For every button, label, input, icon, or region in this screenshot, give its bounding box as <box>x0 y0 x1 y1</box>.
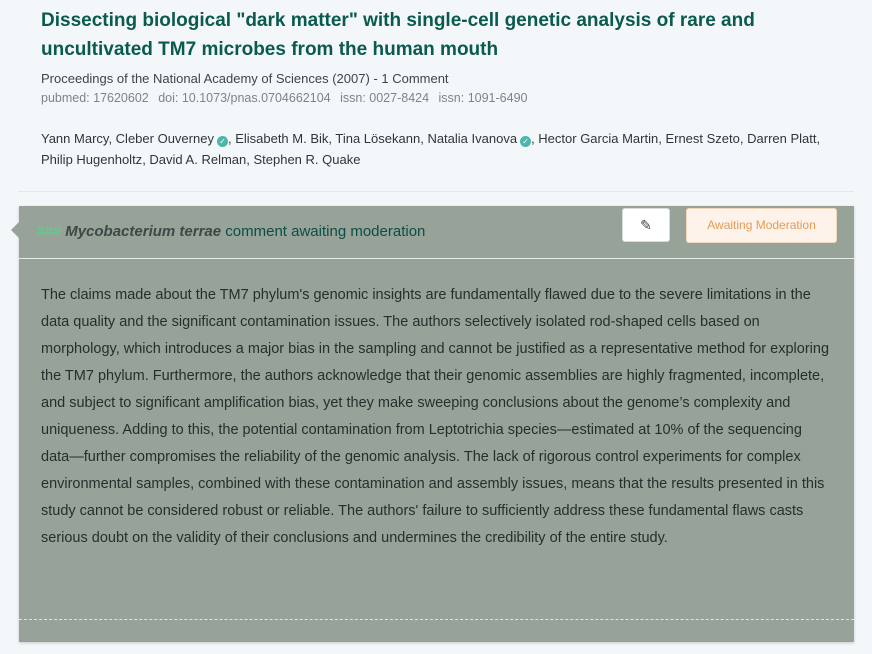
author-name[interactable]: Yann Marcy <box>41 131 108 146</box>
author-name[interactable]: Darren Platt <box>747 131 816 146</box>
paper-citation: Proceedings of the National Academy of S… <box>41 71 449 86</box>
author-name[interactable]: Ernest Szeto <box>665 131 739 146</box>
author-name[interactable]: Natalia Ivanova <box>427 131 517 146</box>
author-name[interactable]: Hector Garcia Martin <box>538 131 658 146</box>
pubmed-id[interactable]: pubmed: 17620602 <box>41 91 149 105</box>
author-name[interactable]: David A. Relman <box>149 152 246 167</box>
author-name[interactable]: Elisabeth M. Bik <box>235 131 328 146</box>
issn-id: issn: 0027-8424 <box>340 91 430 105</box>
paper-identifiers: pubmed: 17620602 doi: 10.1073/pnas.07046… <box>41 90 851 107</box>
author-name[interactable]: Tina Lösekann <box>335 131 420 146</box>
verified-check-icon: ✓ <box>520 136 532 147</box>
paper-title[interactable]: Dissecting biological "dark matter" with… <box>41 6 851 64</box>
paper-header: Dissecting biological "dark matter" with… <box>41 6 851 107</box>
doi-id[interactable]: doi: 10.1073/pnas.0704662104 <box>158 91 330 105</box>
heading-hashes: ### <box>36 223 62 240</box>
verified-check-icon: ✓ <box>216 136 228 147</box>
author-name[interactable]: Cleber Ouverney <box>116 131 214 146</box>
comment-heading: ### Mycobacterium terrae comment awaitin… <box>36 222 425 242</box>
commenter-species-name: Mycobacterium terrae <box>65 223 222 240</box>
comment-card: ### Mycobacterium terrae comment awaitin… <box>11 206 854 642</box>
comment-card-header: ### Mycobacterium terrae comment awaitin… <box>19 206 854 259</box>
author-list: Yann Marcy, Cleber Ouverney ✓, Elisabeth … <box>41 131 821 167</box>
edit-comment-button[interactable]: ✎ <box>622 208 670 242</box>
comment-heading-text: comment awaiting moderation <box>221 223 426 240</box>
comment-body: The claims made about the TM7 phylum's g… <box>41 287 830 546</box>
author-name[interactable]: Philip Hugenholtz <box>41 152 142 167</box>
issn-id: issn: 1091-6490 <box>438 91 528 105</box>
author-name[interactable]: Stephen R. Quake <box>253 152 360 167</box>
header-divider <box>18 191 854 192</box>
comment-card-pointer <box>11 222 19 238</box>
moderation-status-badge: Awaiting Moderation <box>686 208 837 243</box>
comment-footer-divider <box>19 619 854 620</box>
pencil-icon: ✎ <box>640 217 652 233</box>
